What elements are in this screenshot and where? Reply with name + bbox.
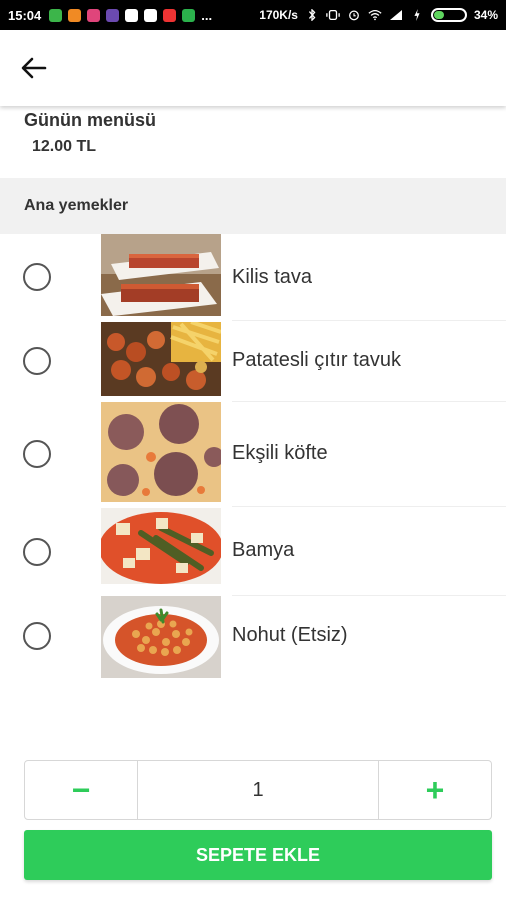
more-notifications: ... bbox=[201, 7, 213, 23]
list-item[interactable]: Nohut (Etsiz) bbox=[0, 596, 506, 680]
status-bar: 15:04 ... 170K/s 34% bbox=[0, 0, 506, 30]
status-time: 15:04 bbox=[8, 7, 42, 23]
section-title: Ana yemekler bbox=[24, 197, 129, 214]
radio-button[interactable] bbox=[23, 622, 51, 650]
add-to-cart-label: SEPETE EKLE bbox=[195, 844, 321, 865]
menu-title: Günün menüsü bbox=[24, 110, 156, 130]
wifi-icon bbox=[368, 9, 382, 21]
bluetooth-icon bbox=[308, 9, 316, 21]
network-speed: 170K/s bbox=[259, 8, 298, 22]
radio-button[interactable] bbox=[23, 347, 51, 375]
vibrate-icon bbox=[326, 9, 340, 21]
dish-name: Ekşili köfte bbox=[232, 442, 328, 464]
crispy-chicken-fries-photo bbox=[101, 322, 221, 396]
message-icon bbox=[163, 8, 177, 22]
quantity-value: 1 bbox=[137, 761, 379, 819]
increase-button[interactable]: + bbox=[379, 761, 491, 819]
add-to-cart-button[interactable]: SEPETE EKLE bbox=[24, 830, 492, 880]
alarm-icon bbox=[349, 10, 359, 21]
signal-icon bbox=[389, 10, 402, 20]
chickpea-stew-photo bbox=[101, 596, 221, 678]
arrow-left-icon bbox=[21, 57, 47, 79]
okra-stew-photo bbox=[101, 508, 221, 584]
gallery-icon bbox=[125, 8, 139, 22]
status-right: 170K/s 34% bbox=[259, 8, 498, 22]
phone-icon bbox=[182, 8, 196, 22]
kilis-tava-photo bbox=[101, 234, 221, 316]
notification-icons bbox=[49, 8, 196, 22]
dish-name: Patatesli çıtır tavuk bbox=[232, 349, 401, 371]
battery-indicator bbox=[430, 8, 467, 22]
dish-name: Nohut (Etsiz) bbox=[232, 624, 348, 646]
section-header: Ana yemekler bbox=[0, 178, 506, 234]
radio-button[interactable] bbox=[23, 538, 51, 566]
decrease-button[interactable]: − bbox=[25, 761, 137, 819]
dish-name: Bamya bbox=[232, 539, 295, 561]
battery-percent: 34% bbox=[473, 8, 498, 22]
back-button[interactable] bbox=[14, 48, 54, 88]
battery-fill bbox=[433, 11, 445, 19]
chat-app-icon bbox=[49, 8, 63, 22]
menu-price: 12.00 TL bbox=[32, 138, 97, 155]
list-item[interactable]: Ekşili köfte bbox=[0, 402, 506, 507]
radio-button[interactable] bbox=[23, 263, 51, 291]
quantity-stepper: − 1 + bbox=[24, 760, 492, 820]
radio-button[interactable] bbox=[23, 440, 51, 468]
camera-app-icon bbox=[68, 8, 82, 22]
list-item[interactable]: Kilis tava bbox=[0, 234, 506, 321]
app-bar bbox=[0, 30, 506, 106]
list-item[interactable]: Bamya bbox=[0, 507, 506, 596]
instagram-icon bbox=[87, 8, 101, 22]
twitch-icon bbox=[106, 8, 120, 22]
gmail-icon bbox=[144, 8, 158, 22]
list-item[interactable]: Patatesli çıtır tavuk bbox=[0, 321, 506, 402]
meatball-soup-photo bbox=[101, 402, 221, 502]
dish-name: Kilis tava bbox=[232, 266, 313, 288]
charging-icon bbox=[414, 9, 420, 21]
